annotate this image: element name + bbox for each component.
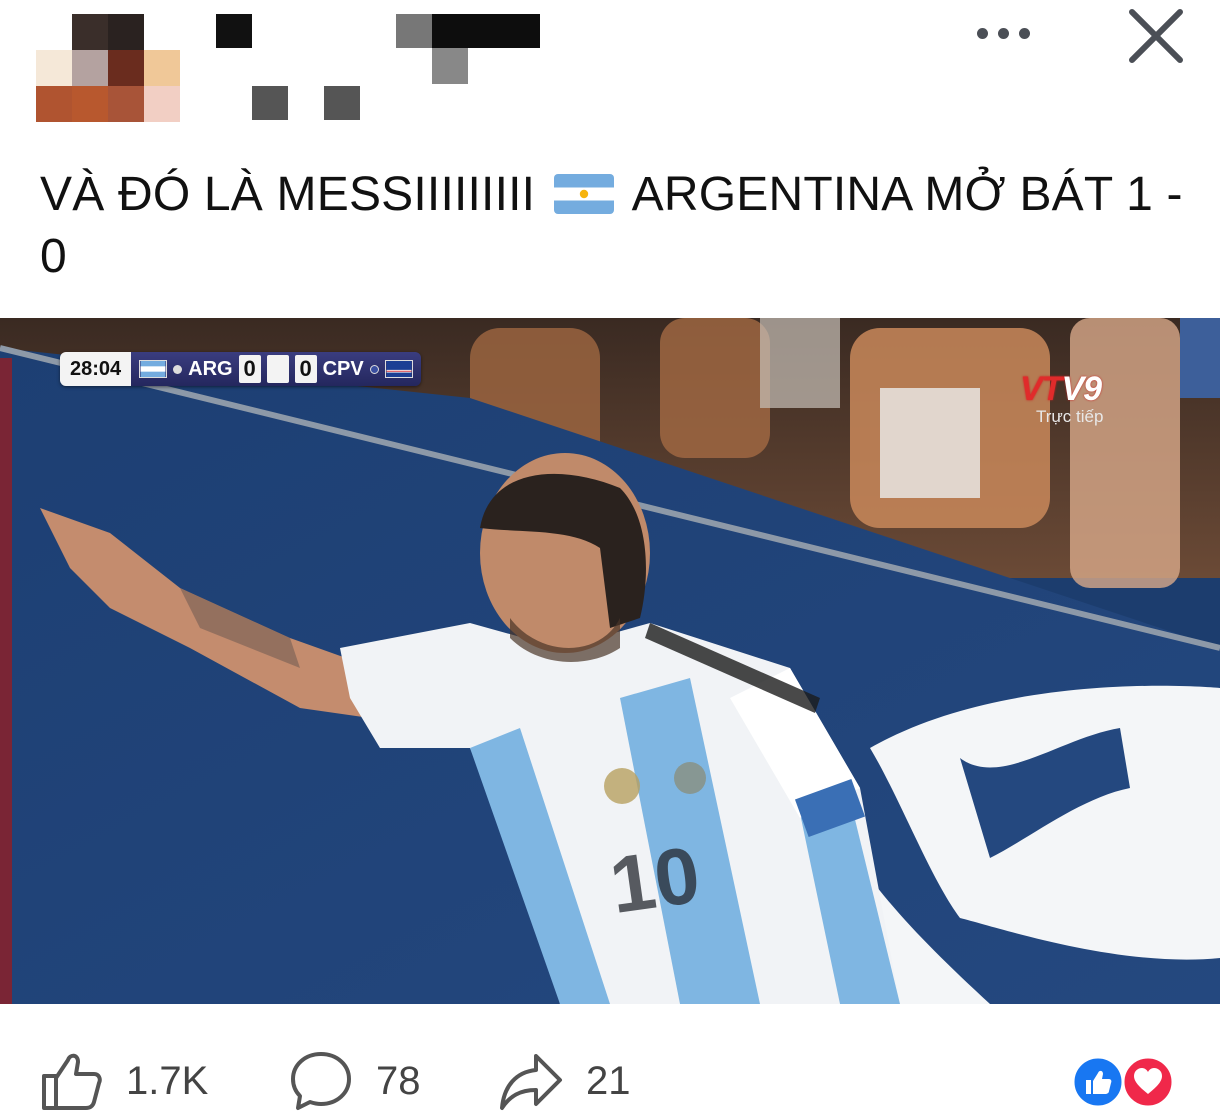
argentina-flag-icon (139, 360, 168, 378)
reactions-summary[interactable] (1068, 1054, 1178, 1110)
post-photo[interactable]: 10 28:04 ARG 0 0 CPV VTV9 Trực tiếp (0, 318, 1220, 1004)
svg-text:10: 10 (605, 830, 706, 931)
share-button[interactable]: 21 (498, 1046, 631, 1116)
channel-logo: VTV9 Trực tiếp (1020, 370, 1130, 440)
more-horizontal-icon (976, 27, 988, 39)
tournament-logo-icon (266, 355, 289, 383)
love-reaction-icon (1121, 1055, 1175, 1109)
channel-name: VTV9 (1020, 370, 1102, 408)
post-actions: 1.7K 78 21 (0, 1004, 1220, 1120)
comment-button[interactable]: 78 (288, 1046, 421, 1116)
share-arrow-icon (500, 1054, 562, 1110)
argentina-flag-emoji (553, 174, 614, 214)
match-clock: 28:04 (60, 352, 132, 386)
home-team: ARG (188, 357, 233, 380)
author-name-redacted[interactable] (216, 14, 546, 122)
like-reaction-icon (1071, 1055, 1125, 1109)
share-count: 21 (586, 1058, 631, 1103)
live-label: Trực tiếp (1036, 407, 1104, 426)
close-icon[interactable] (1124, 4, 1188, 68)
post-caption: VÀ ĐÓ LÀ MESSIIIIIIIII ARGENTINA MỞ BÁT … (40, 164, 1190, 288)
more-options-button[interactable] (968, 18, 1038, 48)
like-count: 1.7K (126, 1058, 209, 1103)
away-score: 0 (294, 355, 317, 383)
thumbs-up-icon (42, 1053, 102, 1110)
like-button[interactable]: 1.7K (38, 1046, 208, 1116)
comment-bubble-icon (291, 1052, 351, 1110)
scoreline: ARG 0 0 CPV (131, 352, 421, 386)
comment-count: 78 (376, 1058, 421, 1103)
cape-verde-flag-icon (384, 360, 413, 378)
scorebug: 28:04 ARG 0 0 CPV (60, 352, 421, 386)
home-score: 0 (238, 355, 261, 383)
caption-text-part1: VÀ ĐÓ LÀ MESSIIIIIIIII (40, 168, 536, 221)
avatar[interactable] (36, 14, 180, 122)
post-header (0, 0, 1220, 130)
away-team: CPV (322, 357, 364, 380)
